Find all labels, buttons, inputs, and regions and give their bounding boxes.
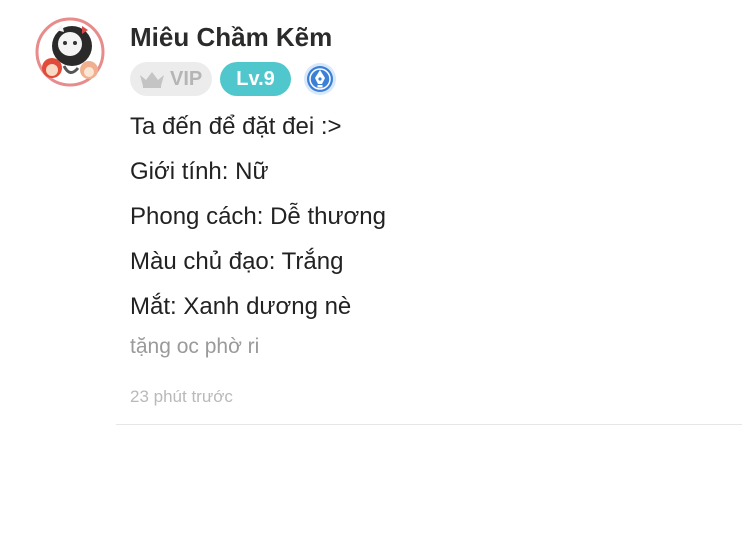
level-badge[interactable]: Lv.9 bbox=[220, 62, 291, 96]
comment-line: Giới tính: Nữ bbox=[130, 158, 269, 185]
comment-line: Ta đến để đặt đei :> bbox=[130, 113, 342, 140]
comment-line: Phong cách: Dễ thương bbox=[130, 203, 386, 230]
comment-tagline: tặng oc phờ ri bbox=[130, 335, 260, 358]
comment-item: Miêu Chầm Kẽm VIP Lv.9 Ta đến để đặt đei… bbox=[0, 0, 742, 426]
divider bbox=[116, 424, 742, 425]
avatar-image bbox=[34, 16, 106, 88]
comment-timestamp: 23 phút trước bbox=[130, 387, 233, 406]
username[interactable]: Miêu Chầm Kẽm bbox=[130, 18, 732, 56]
user-badges: VIP Lv.9 bbox=[130, 60, 732, 98]
comment-line: Mắt: Xanh dương nè bbox=[130, 293, 352, 320]
fountain-pen-icon[interactable] bbox=[303, 62, 337, 96]
user-avatar[interactable] bbox=[34, 16, 106, 88]
crown-icon bbox=[138, 69, 166, 89]
vip-badge[interactable]: VIP bbox=[130, 62, 213, 96]
vip-label: VIP bbox=[170, 67, 203, 90]
comment-body: Ta đến để đặt đei :> Giới tính: Nữ Phong… bbox=[130, 104, 732, 329]
comment-line: Màu chủ đạo: Trắng bbox=[130, 248, 344, 275]
